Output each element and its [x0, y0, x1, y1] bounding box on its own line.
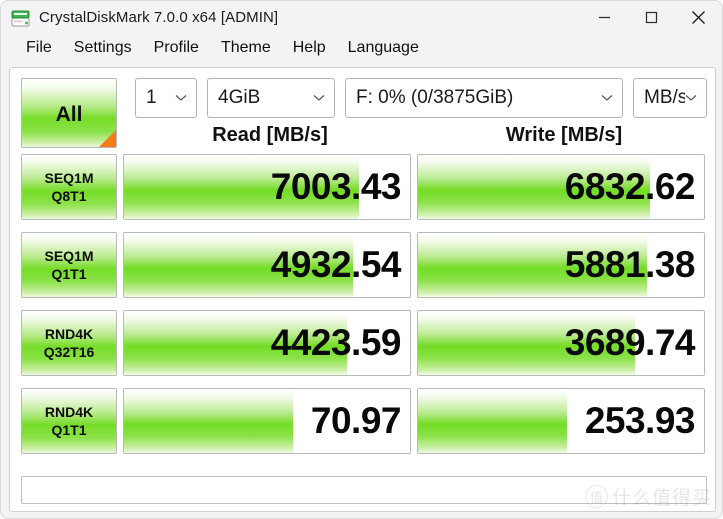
test-button-rnd4k-q1t1[interactable]: RND4K Q1T1 [21, 388, 117, 454]
window-controls [581, 1, 722, 34]
write-bar-fill [418, 389, 567, 453]
write-value: 253.93 [584, 400, 696, 441]
read-value: 70.97 [310, 400, 402, 441]
test-label-bottom: Q32T16 [43, 344, 95, 360]
test-label-top: RND4K [44, 404, 94, 420]
menu-item-help[interactable]: Help [282, 37, 337, 60]
write-result-seq1m-q1t1: 5881.38 [417, 232, 705, 298]
disk-drive-icon [10, 7, 32, 29]
chevron-down-icon [313, 95, 325, 101]
menu-item-settings[interactable]: Settings [63, 37, 143, 60]
read-value: 4423.59 [270, 322, 402, 363]
test-button-seq1m-q1t1[interactable]: SEQ1M Q1T1 [21, 232, 117, 298]
read-value: 7003.43 [270, 166, 402, 207]
read-result-rnd4k-q1t1: 70.97 [123, 388, 411, 454]
test-label-top: SEQ1M [44, 248, 94, 264]
read-result-rnd4k-q32t16: 4423.59 [123, 310, 411, 376]
window-title: CrystalDiskMark 7.0.0 x64 [ADMIN] [39, 9, 279, 26]
chevron-down-icon [175, 95, 187, 101]
test-label-bottom: Q1T1 [51, 266, 87, 282]
drive-select[interactable]: F: 0% (0/3875GiB) [345, 78, 623, 118]
test-size-value: 4GiB [218, 87, 261, 108]
all-button-label: All [55, 103, 83, 126]
write-result-rnd4k-q1t1: 253.93 [417, 388, 705, 454]
menu-item-profile[interactable]: Profile [143, 37, 210, 60]
test-label-top: SEQ1M [44, 170, 94, 186]
table-row: SEQ1M Q1T1 4932.54 5881.38 [21, 232, 707, 298]
read-bar-fill [124, 389, 293, 453]
close-button[interactable] [675, 1, 722, 34]
test-button-seq1m-q8t1[interactable]: SEQ1M Q8T1 [21, 154, 117, 220]
table-row: SEQ1M Q8T1 7003.43 6832.62 [21, 154, 707, 220]
test-count-value: 1 [146, 87, 157, 108]
table-row: RND4K Q32T16 4423.59 3689.74 [21, 310, 707, 376]
drive-value: F: 0% (0/3875GiB) [356, 87, 514, 108]
test-label-top: RND4K [44, 326, 94, 342]
crystaldiskmark-window: CrystalDiskMark 7.0.0 x64 [ADMIN] File S… [0, 0, 723, 519]
test-label-bottom: Q8T1 [51, 188, 87, 204]
chevron-down-icon [685, 95, 697, 101]
read-result-seq1m-q1t1: 4932.54 [123, 232, 411, 298]
test-label-bottom: Q1T1 [51, 422, 87, 438]
maximize-button[interactable] [628, 1, 675, 34]
close-icon [692, 11, 705, 24]
test-button-rnd4k-q32t16[interactable]: RND4K Q32T16 [21, 310, 117, 376]
maximize-icon [645, 11, 658, 24]
unit-select[interactable]: MB/s [633, 78, 707, 118]
main-panel: All 1 4GiB F: 0% (0/3875GiB) MB/s Read [… [9, 67, 716, 512]
menu-item-theme[interactable]: Theme [210, 37, 282, 60]
results-grid: SEQ1M Q8T1 7003.43 6832.62 SEQ1M Q1T1 49… [21, 154, 707, 454]
title-bar: CrystalDiskMark 7.0.0 x64 [ADMIN] [1, 1, 722, 34]
write-value: 5881.38 [564, 244, 696, 285]
status-text-box [21, 476, 707, 504]
all-button[interactable]: All [21, 78, 117, 148]
test-size-select[interactable]: 4GiB [207, 78, 335, 118]
menu-item-language[interactable]: Language [337, 37, 430, 60]
table-row: RND4K Q1T1 70.97 253.93 [21, 388, 707, 454]
write-column-header: Write [MB/s] [505, 124, 623, 146]
write-value: 3689.74 [564, 322, 696, 363]
test-count-select[interactable]: 1 [135, 78, 197, 118]
write-value: 6832.62 [564, 166, 696, 207]
menu-bar: File Settings Profile Theme Help Languag… [1, 34, 722, 63]
minimize-button[interactable] [581, 1, 628, 34]
write-result-rnd4k-q32t16: 3689.74 [417, 310, 705, 376]
unit-value: MB/s [644, 87, 685, 108]
chevron-down-icon [601, 95, 613, 101]
menu-item-file[interactable]: File [15, 37, 63, 60]
minimize-icon [599, 16, 610, 19]
read-value: 4932.54 [270, 244, 402, 285]
profile-corner-indicator [99, 130, 116, 147]
read-result-seq1m-q8t1: 7003.43 [123, 154, 411, 220]
toolbar: All 1 4GiB F: 0% (0/3875GiB) MB/s [21, 78, 707, 148]
write-result-seq1m-q8t1: 6832.62 [417, 154, 705, 220]
read-column-header: Read [MB/s] [212, 124, 328, 146]
